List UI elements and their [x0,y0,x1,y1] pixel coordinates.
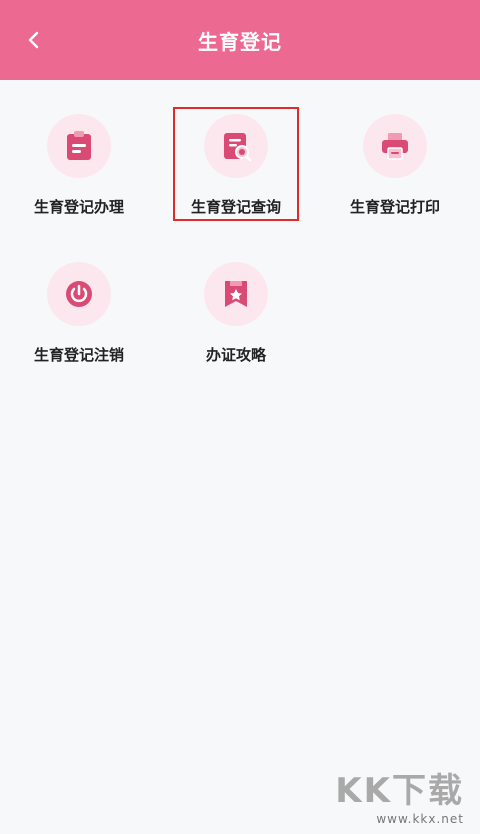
watermark: KK下载 www.kkx.net [335,763,464,826]
menu-item-print[interactable]: 生育登记打印 [332,108,458,218]
clipboard-icon [67,131,91,160]
watermark-logo: KK下载 [335,771,464,811]
watermark-url: www.kkx.net [376,812,464,826]
menu-item-guide[interactable]: 办证攻略 [173,256,299,366]
app-header: 生育登记 [0,0,480,80]
menu-item-cancel[interactable]: 生育登记注销 [16,256,142,366]
document-search-icon [224,133,252,162]
menu-item-label: 生育登记打印 [349,198,440,216]
menu-item-label: 生育登记查询 [190,198,281,216]
page-title: 生育登记 [198,29,282,54]
menu-item-label: 生育登记注销 [33,346,124,364]
icon-circle [204,114,268,178]
back-button[interactable] [20,26,48,54]
chevron-left-icon [28,31,39,49]
icon-circle [47,114,111,178]
icon-circle [363,114,427,178]
power-icon [66,281,92,307]
menu-item-query[interactable]: 生育登记查询 [173,108,299,218]
menu-item-label: 生育登记办理 [33,198,124,216]
printer-icon [382,133,408,160]
menu-item-label: 办证攻略 [205,346,266,364]
star-bookmark-icon [225,281,247,307]
menu-item-registration[interactable]: 生育登记办理 [16,108,142,218]
icon-circle [47,262,111,326]
icon-circle [204,262,268,326]
